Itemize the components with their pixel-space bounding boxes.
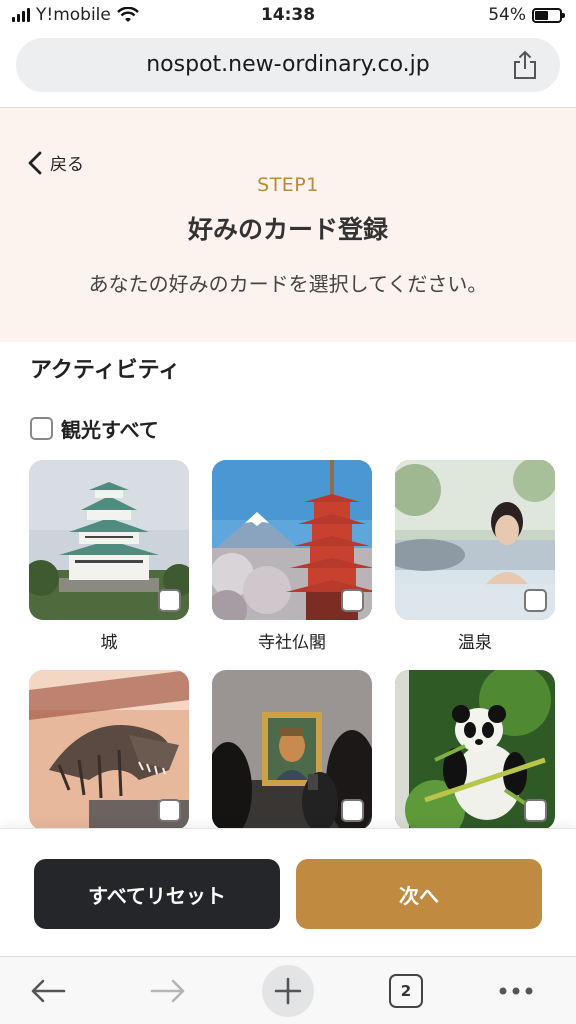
battery-info: 54% — [488, 5, 565, 25]
back-arrow-button[interactable] — [22, 965, 74, 1017]
more-button[interactable] — [490, 965, 542, 1017]
card-label: 寺社仏閣 — [258, 633, 326, 653]
card-image — [212, 670, 372, 830]
section-title: アクティビティ — [30, 358, 181, 383]
action-bar: すべてリセット 次へ — [0, 828, 576, 956]
next-button[interactable]: 次へ — [296, 859, 542, 929]
browser-toolbar: 2 — [0, 956, 576, 1024]
page-description: あなたの好みのカードを選択してください。 — [88, 272, 488, 296]
back-label: 戻る — [50, 155, 84, 175]
url-text[interactable]: nospot.new-ordinary.co.jp — [16, 52, 520, 77]
battery-icon — [532, 7, 565, 23]
back-button[interactable]: 戻る — [28, 150, 84, 175]
card-temple[interactable]: 寺社仏閣 — [212, 460, 372, 653]
card-checkbox[interactable] — [524, 799, 547, 822]
forward-arrow-button[interactable] — [142, 965, 194, 1017]
card-onsen[interactable]: 温泉 — [395, 460, 555, 653]
card-image — [29, 460, 189, 620]
plus-icon — [274, 977, 302, 1005]
card-image — [212, 460, 372, 620]
card-image — [395, 670, 555, 830]
new-tab-button[interactable] — [262, 965, 314, 1017]
card-checkbox[interactable] — [158, 589, 181, 612]
select-all-label: 観光すべて — [61, 418, 159, 442]
chevron-left-icon — [28, 151, 42, 174]
address-bar[interactable]: nospot.new-ordinary.co.jp — [16, 38, 560, 92]
card-zoo[interactable] — [395, 670, 555, 830]
checkbox-icon[interactable] — [30, 417, 53, 440]
card-label: 温泉 — [458, 633, 492, 653]
arrow-left-icon — [31, 979, 66, 1003]
card-checkbox[interactable] — [341, 799, 364, 822]
card-museum[interactable] — [212, 670, 372, 830]
tabs-button[interactable]: 2 — [380, 965, 432, 1017]
step-label: STEP1 — [257, 174, 319, 196]
card-dinosaur[interactable] — [29, 670, 189, 830]
card-image — [395, 460, 555, 620]
reset-all-button[interactable]: すべてリセット — [34, 859, 280, 929]
card-image — [29, 670, 189, 830]
card-checkbox[interactable] — [341, 589, 364, 612]
page-header: 戻る STEP1 好みのカード登録 あなたの好みのカードを選択してください。 — [0, 108, 576, 342]
select-all-checkbox[interactable]: 観光すべて — [30, 414, 159, 443]
share-icon[interactable] — [512, 50, 538, 80]
card-castle[interactable]: 城 — [29, 460, 189, 653]
status-bar: Y!mobile 14:38 54% — [0, 0, 576, 32]
page-title: 好みのカード登録 — [187, 215, 388, 244]
card-label: 城 — [100, 633, 118, 653]
card-checkbox[interactable] — [524, 589, 547, 612]
tab-count: 2 — [389, 974, 423, 1008]
battery-percent: 54% — [488, 5, 526, 25]
more-dots-icon — [499, 987, 533, 995]
arrow-right-icon — [150, 979, 185, 1003]
card-checkbox[interactable] — [158, 799, 181, 822]
